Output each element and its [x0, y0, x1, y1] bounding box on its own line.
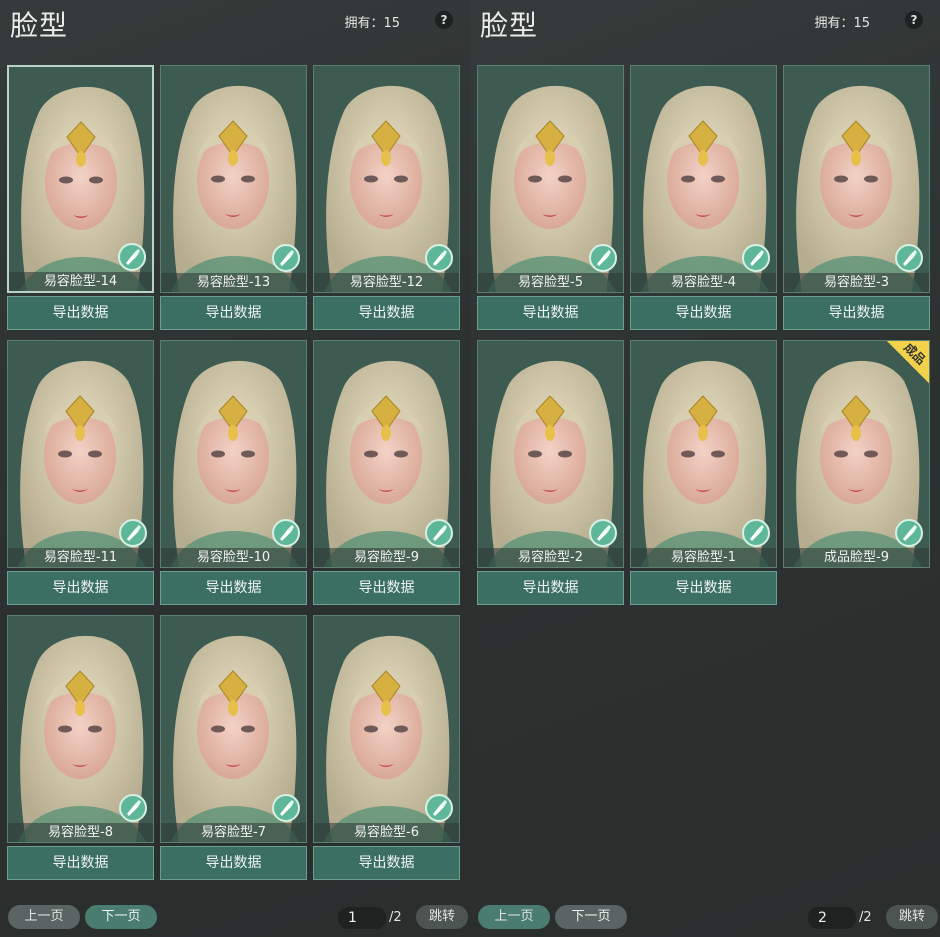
face-preset-card[interactable]: 成品脸型-9 成品 [783, 340, 930, 568]
face-preset-name: 易容脸型-3 [784, 273, 929, 292]
edit-brush-icon[interactable] [118, 243, 146, 271]
page-total: /2 [389, 910, 402, 925]
edit-brush-icon[interactable] [895, 519, 923, 547]
face-preset-name: 易容脸型-10 [161, 548, 306, 567]
face-preset-card[interactable]: 易容脸型-8 [7, 615, 154, 843]
face-preset-card[interactable]: 易容脸型-9 [313, 340, 460, 568]
export-data-button[interactable]: 导出数据 [160, 846, 307, 880]
export-data-button[interactable]: 导出数据 [313, 846, 460, 880]
face-preset-card[interactable]: 易容脸型-6 [313, 615, 460, 843]
export-data-button[interactable]: 导出数据 [477, 296, 624, 330]
face-preset-card[interactable]: 易容脸型-11 [7, 340, 154, 568]
export-data-button[interactable]: 导出数据 [313, 296, 460, 330]
edit-brush-icon[interactable] [425, 519, 453, 547]
jump-button[interactable]: 跳转 [416, 905, 468, 929]
export-data-button[interactable]: 导出数据 [7, 846, 154, 880]
edit-brush-icon[interactable] [425, 794, 453, 822]
panel-title: 脸型 [480, 9, 539, 42]
face-preset-card[interactable]: 易容脸型-1 [630, 340, 777, 568]
face-preset-card[interactable]: 易容脸型-12 [313, 65, 460, 293]
edit-brush-icon[interactable] [272, 519, 300, 547]
face-preset-card[interactable]: 易容脸型-10 [160, 340, 307, 568]
export-data-button[interactable]: 导出数据 [313, 571, 460, 605]
prev-page-button[interactable]: 上一页 [478, 905, 550, 929]
edit-brush-icon[interactable] [895, 244, 923, 272]
prev-page-button[interactable]: 上一页 [8, 905, 80, 929]
edit-brush-icon[interactable] [589, 519, 617, 547]
face-preset-name: 易容脸型-11 [8, 548, 153, 567]
export-data-button[interactable]: 导出数据 [7, 296, 154, 330]
owned-count: 拥有：15 [344, 16, 400, 31]
help-icon[interactable]: ? [905, 11, 923, 29]
finished-product-badge: 成品 [887, 341, 929, 383]
edit-brush-icon[interactable] [119, 794, 147, 822]
face-preset-name: 易容脸型-9 [314, 548, 459, 567]
face-preset-name: 易容脸型-12 [314, 273, 459, 292]
face-preset-name: 易容脸型-13 [161, 273, 306, 292]
edit-brush-icon[interactable] [119, 519, 147, 547]
face-preset-card[interactable]: 易容脸型-3 [783, 65, 930, 293]
edit-brush-icon[interactable] [272, 794, 300, 822]
face-preset-name: 易容脸型-1 [631, 548, 776, 567]
next-page-button[interactable]: 下一页 [555, 905, 627, 929]
export-data-button[interactable]: 导出数据 [160, 571, 307, 605]
export-data-button[interactable]: 导出数据 [477, 571, 624, 605]
edit-brush-icon[interactable] [742, 519, 770, 547]
face-preset-card[interactable]: 易容脸型-13 [160, 65, 307, 293]
panel-title: 脸型 [10, 9, 69, 42]
edit-brush-icon[interactable] [272, 244, 300, 272]
export-data-button[interactable]: 导出数据 [7, 571, 154, 605]
face-preset-name: 成品脸型-9 [784, 548, 929, 567]
owned-count: 拥有：15 [814, 16, 870, 31]
face-preset-name: 易容脸型-8 [8, 823, 153, 842]
help-icon[interactable]: ? [435, 11, 453, 29]
face-preset-card[interactable]: 易容脸型-7 [160, 615, 307, 843]
export-data-button[interactable]: 导出数据 [783, 296, 930, 330]
export-data-button[interactable]: 导出数据 [630, 296, 777, 330]
face-preset-name: 易容脸型-5 [478, 273, 623, 292]
face-preset-name: 易容脸型-14 [9, 272, 152, 291]
badge-label: 成品 [901, 340, 929, 368]
next-page-button[interactable]: 下一页 [85, 905, 157, 929]
export-data-button[interactable]: 导出数据 [630, 571, 777, 605]
face-preset-card[interactable]: 易容脸型-5 [477, 65, 624, 293]
jump-button[interactable]: 跳转 [886, 905, 938, 929]
face-preset-card[interactable]: 易容脸型-14 [7, 65, 154, 293]
edit-brush-icon[interactable] [425, 244, 453, 272]
face-preset-card[interactable]: 易容脸型-2 [477, 340, 624, 568]
face-preset-name: 易容脸型-4 [631, 273, 776, 292]
page-number-input[interactable]: 1 [338, 907, 386, 929]
edit-brush-icon[interactable] [589, 244, 617, 272]
face-preset-name: 易容脸型-2 [478, 548, 623, 567]
face-preset-card[interactable]: 易容脸型-4 [630, 65, 777, 293]
face-preset-name: 易容脸型-7 [161, 823, 306, 842]
page-number-input[interactable]: 2 [808, 907, 856, 929]
export-data-button[interactable]: 导出数据 [160, 296, 307, 330]
face-preset-name: 易容脸型-6 [314, 823, 459, 842]
edit-brush-icon[interactable] [742, 244, 770, 272]
page-total: /2 [859, 910, 872, 925]
